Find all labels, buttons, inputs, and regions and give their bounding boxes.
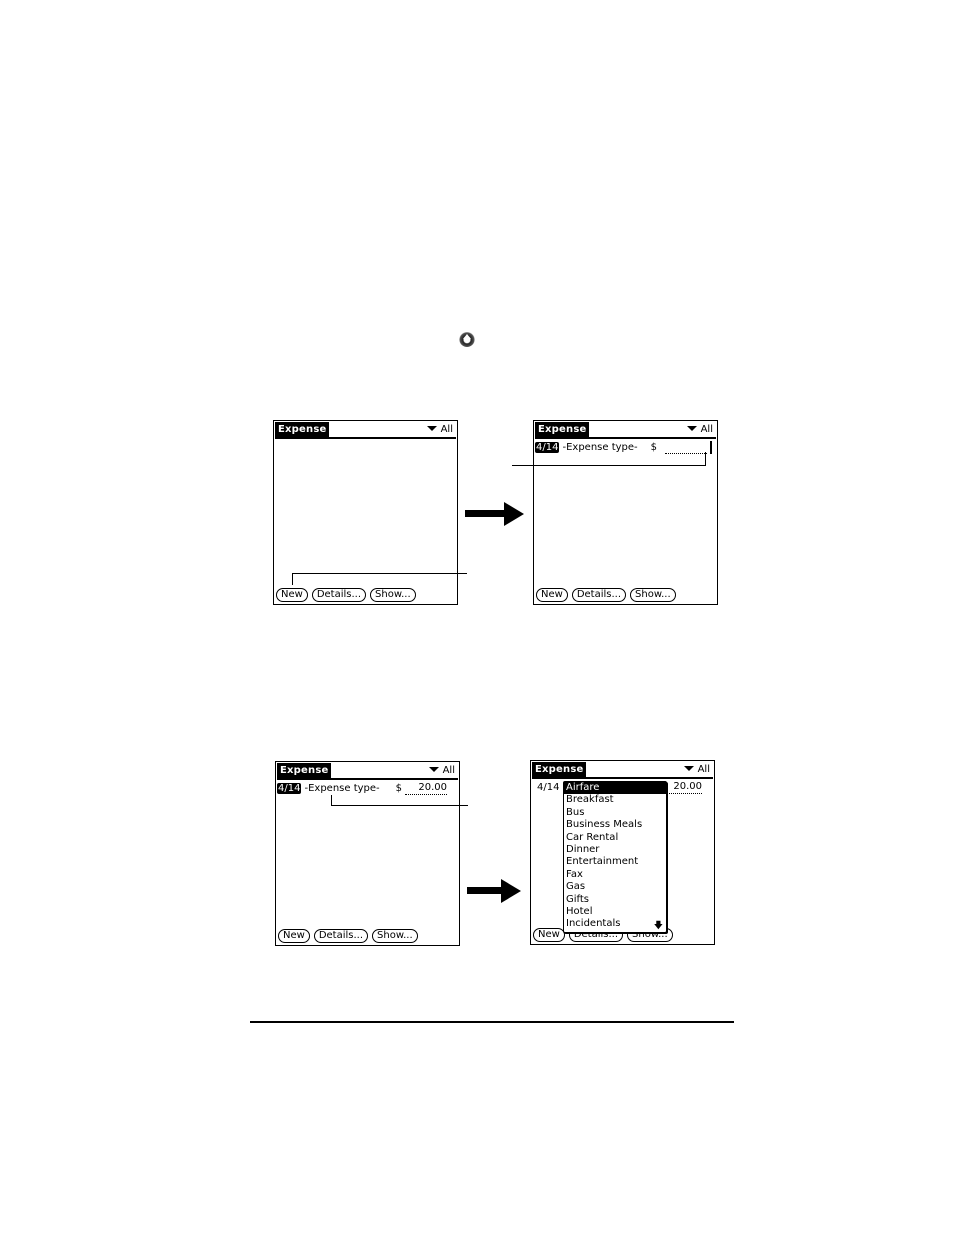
arrow-head-icon	[501, 879, 521, 903]
expense-type-picker[interactable]: -Expense type-	[562, 442, 637, 453]
footer-rule	[250, 1021, 734, 1023]
show-button[interactable]: Show...	[372, 929, 418, 943]
amount-field[interactable]	[665, 441, 707, 454]
date-field[interactable]: 4/14	[535, 442, 560, 453]
new-button[interactable]: New	[276, 588, 308, 602]
expense-type-option[interactable]: Business Meals	[564, 819, 666, 831]
app-title: Expense	[275, 422, 330, 437]
details-button[interactable]: Details...	[571, 588, 627, 602]
amount-field[interactable]: 20.00	[405, 782, 447, 795]
expense-type-option[interactable]: Entertainment	[564, 856, 666, 868]
button-row: New Details... Show...	[276, 588, 416, 602]
title-bar: Expense All	[532, 762, 713, 779]
app-title: Expense	[532, 762, 587, 777]
expense-screen-empty: Expense All New Details... Show...	[273, 420, 458, 605]
expense-type-list[interactable]: Airfare Breakfast Bus Business Meals Car Ren…	[563, 781, 667, 933]
expense-row[interactable]: 4/14 -Expense type- $ 20.00	[277, 782, 457, 796]
scroll-down-arrow-icon[interactable]: 🡇	[654, 922, 663, 931]
arrow-right-icon	[465, 510, 505, 517]
dropdown-triangle-icon	[426, 426, 437, 431]
callout-line-new	[292, 573, 293, 585]
title-bar: Expense All	[277, 763, 458, 780]
expense-screen-amount: Expense All 4/14 -Expense type- $ 20.00 N…	[275, 761, 460, 946]
button-row: New Details... Show...	[536, 588, 676, 602]
category-label: All	[697, 764, 710, 775]
title-bar: Expense All	[275, 422, 456, 439]
expense-row[interactable]: 4/14 -Expense type- $	[535, 441, 715, 455]
callout-line-expense-type	[331, 805, 468, 806]
date-field[interactable]: 4/14	[537, 782, 559, 793]
category-picker[interactable]: All	[426, 423, 453, 436]
expense-type-option[interactable]: Car Rental	[564, 832, 666, 844]
callout-line-amount	[512, 465, 706, 466]
currency-symbol: $	[650, 442, 657, 453]
app-title: Expense	[535, 422, 590, 437]
app-title: Expense	[277, 763, 332, 778]
new-button[interactable]: New	[536, 588, 568, 602]
arrow-right-icon	[467, 887, 503, 894]
expense-type-option[interactable]: Hotel	[564, 906, 666, 918]
new-button[interactable]: New	[278, 929, 310, 943]
details-button[interactable]: Details...	[313, 929, 369, 943]
callout-line-expense-type	[331, 795, 332, 805]
expense-type-option[interactable]: Airfare	[564, 782, 666, 795]
expense-type-option[interactable]: Incidentals	[564, 918, 666, 930]
button-row: New Details... Show...	[278, 929, 418, 943]
expense-screen-new-item: Expense All 4/14 -Expense type- $ New Det…	[533, 420, 718, 605]
date-field[interactable]: 4/14	[277, 783, 302, 794]
expense-type-option[interactable]: Breakfast	[564, 794, 666, 806]
arrow-head-icon	[504, 502, 524, 526]
category-picker[interactable]: All	[428, 764, 455, 777]
new-button[interactable]: New	[533, 928, 565, 942]
expense-type-option[interactable]: Fax	[564, 869, 666, 881]
expense-type-option[interactable]: Gas	[564, 881, 666, 893]
dropdown-triangle-icon	[428, 767, 439, 772]
expense-screen-type-list: Expense All 4/14 20.00 New Details... Sh…	[530, 760, 715, 945]
expense-type-option[interactable]: Dinner	[564, 844, 666, 856]
category-label: All	[700, 424, 713, 435]
currency-symbol: $	[395, 783, 402, 794]
title-bar: Expense All	[535, 422, 716, 439]
callout-line-new	[292, 573, 467, 574]
text-cursor	[710, 441, 712, 454]
dropdown-triangle-icon	[683, 766, 694, 771]
expense-type-picker[interactable]: -Expense type-	[304, 783, 379, 794]
category-picker[interactable]: All	[683, 763, 710, 776]
expense-type-option[interactable]: Bus	[564, 807, 666, 819]
expense-type-option[interactable]: Gifts	[564, 894, 666, 906]
category-label: All	[440, 424, 453, 435]
callout-line-amount	[705, 452, 706, 466]
category-picker[interactable]: All	[686, 423, 713, 436]
dropdown-triangle-icon	[686, 426, 697, 431]
category-label: All	[442, 765, 455, 776]
show-button[interactable]: Show...	[370, 588, 416, 602]
details-button[interactable]: Details...	[311, 588, 367, 602]
home-icon	[459, 331, 475, 347]
show-button[interactable]: Show...	[630, 588, 676, 602]
